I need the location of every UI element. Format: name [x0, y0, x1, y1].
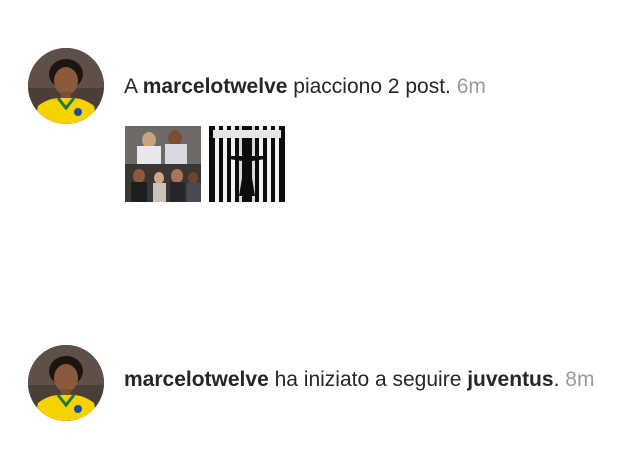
- activity-action: piacciono 2 post.: [287, 75, 451, 98]
- timestamp: 6m: [456, 75, 486, 98]
- timestamp: 8m: [565, 368, 595, 391]
- activity-text: marcelotwelve ha iniziato a seguire juve…: [124, 367, 604, 393]
- username-link[interactable]: marcelotwelve: [143, 75, 288, 98]
- post-thumbnail[interactable]: [209, 126, 285, 202]
- activity-feed: A marcelotwelve piacciono 2 post. 6m mar…: [0, 0, 640, 460]
- activity-text: A marcelotwelve piacciono 2 post. 6m: [124, 74, 486, 100]
- activity-action: ha iniziato a seguire: [268, 368, 468, 391]
- post-thumbnail[interactable]: [125, 126, 201, 202]
- username-link[interactable]: marcelotwelve: [124, 368, 269, 391]
- followed-account-link[interactable]: juventus: [467, 368, 553, 391]
- avatar[interactable]: [28, 345, 104, 421]
- activity-punct: .: [553, 368, 560, 391]
- avatar[interactable]: [28, 48, 104, 124]
- activity-prefix: A: [124, 75, 143, 98]
